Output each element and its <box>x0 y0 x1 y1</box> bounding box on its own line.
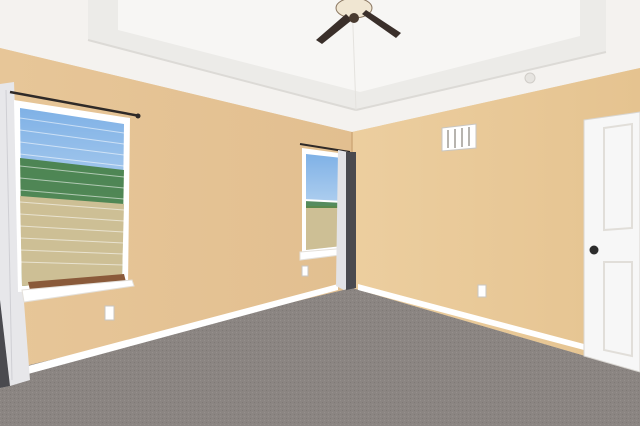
door <box>583 111 640 373</box>
room-illustration <box>0 0 640 426</box>
door-knob <box>589 245 599 255</box>
left-window <box>14 100 135 303</box>
outlet-left <box>104 305 115 321</box>
outlet-right <box>477 284 487 298</box>
outlet-middle <box>301 265 309 277</box>
hvac-vent <box>441 123 477 152</box>
room-photo <box>0 0 640 426</box>
